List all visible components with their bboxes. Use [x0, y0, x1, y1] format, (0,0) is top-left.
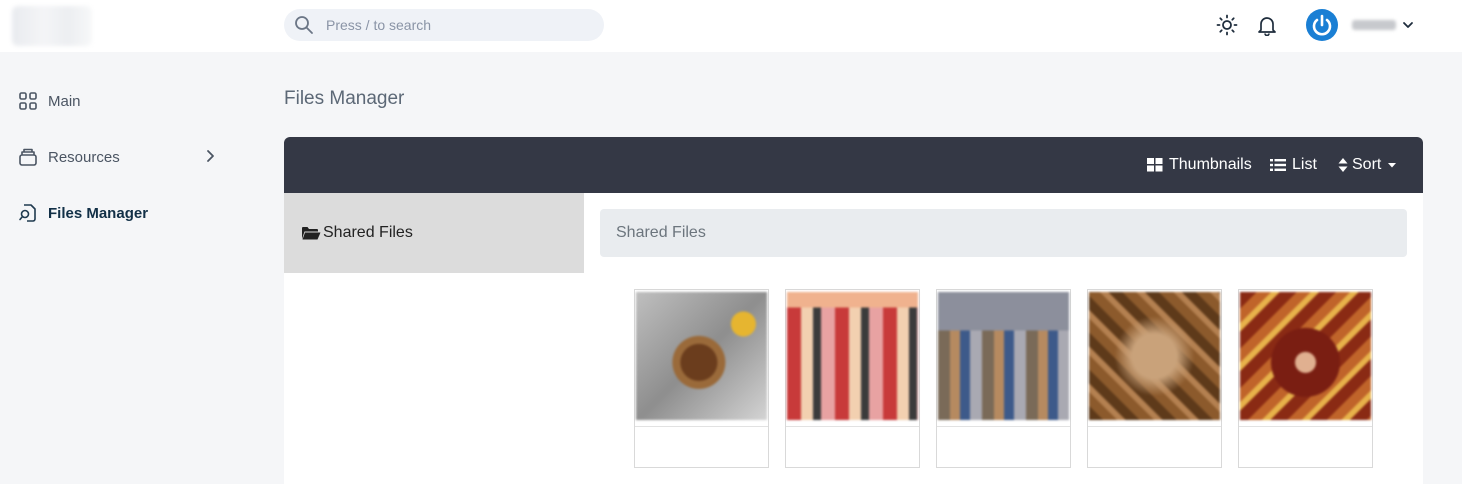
file-thumbnail[interactable] [634, 289, 769, 468]
user-menu[interactable] [1306, 8, 1414, 42]
avatar[interactable] [1306, 9, 1338, 41]
file-thumbnail[interactable] [1087, 289, 1222, 468]
sun-icon[interactable] [1215, 13, 1239, 37]
caret-down-icon [1388, 163, 1397, 168]
file-search-icon [18, 203, 38, 223]
tree-item-shared-files[interactable]: Shared Files [284, 193, 584, 273]
divider [1239, 426, 1372, 427]
power-icon [1307, 10, 1337, 40]
sort-dropdown-button[interactable]: Sort [1338, 154, 1397, 176]
file-thumbnail[interactable] [785, 289, 920, 468]
layers-icon [18, 147, 38, 167]
list-label: List [1292, 156, 1317, 173]
file-manager-toolbar: Thumbnails List Sort [284, 137, 1423, 193]
chevron-right-icon[interactable] [203, 148, 217, 164]
folder-open-icon [302, 227, 321, 240]
sidebar-item-label: Resources [48, 148, 120, 166]
divider [1088, 426, 1221, 427]
thumbnail-image [787, 292, 918, 420]
app-logo[interactable] [12, 6, 92, 46]
user-name [1352, 20, 1396, 30]
sidebar-item-main[interactable]: Main [18, 89, 81, 113]
file-thumbnail[interactable] [936, 289, 1071, 468]
sort-label: Sort [1352, 156, 1382, 173]
tree-item-label: Shared Files [323, 224, 413, 241]
divider [635, 426, 768, 427]
grid-icon [18, 91, 38, 111]
page-title: Files Manager [284, 88, 405, 109]
search-box[interactable] [284, 9, 604, 41]
search-input[interactable] [326, 17, 586, 33]
sidebar-item-label: Main [48, 92, 81, 110]
file-manager-panel: Thumbnails List Sort Shared Files Shared… [284, 137, 1423, 484]
sidebar-item-label: Files Manager [48, 204, 149, 222]
list-view-button[interactable]: List [1270, 154, 1317, 176]
divider [786, 426, 919, 427]
list-icon [1270, 159, 1286, 171]
breadcrumb: Shared Files [600, 209, 1407, 257]
thumbnails-view-button[interactable]: Thumbnails [1147, 154, 1252, 176]
thumbnail-image [938, 292, 1069, 420]
thumbnail-image [1240, 292, 1371, 420]
divider [937, 426, 1070, 427]
grid-icon [1147, 158, 1163, 172]
bell-icon[interactable] [1255, 13, 1279, 37]
thumbnails-label: Thumbnails [1169, 156, 1252, 173]
sort-icon [1338, 158, 1348, 172]
folder-tree: Shared Files [284, 193, 584, 484]
sidebar-item-resources[interactable]: Resources [18, 145, 120, 169]
top-bar [0, 0, 1462, 52]
sidebar-item-files-manager[interactable]: Files Manager [18, 201, 148, 225]
breadcrumb-item[interactable]: Shared Files [616, 224, 706, 242]
file-thumbnail[interactable] [1238, 289, 1373, 468]
thumbnail-image [1089, 292, 1220, 420]
chevron-down-icon [1403, 22, 1413, 28]
search-icon [295, 16, 313, 34]
thumbnail-image [636, 292, 767, 420]
